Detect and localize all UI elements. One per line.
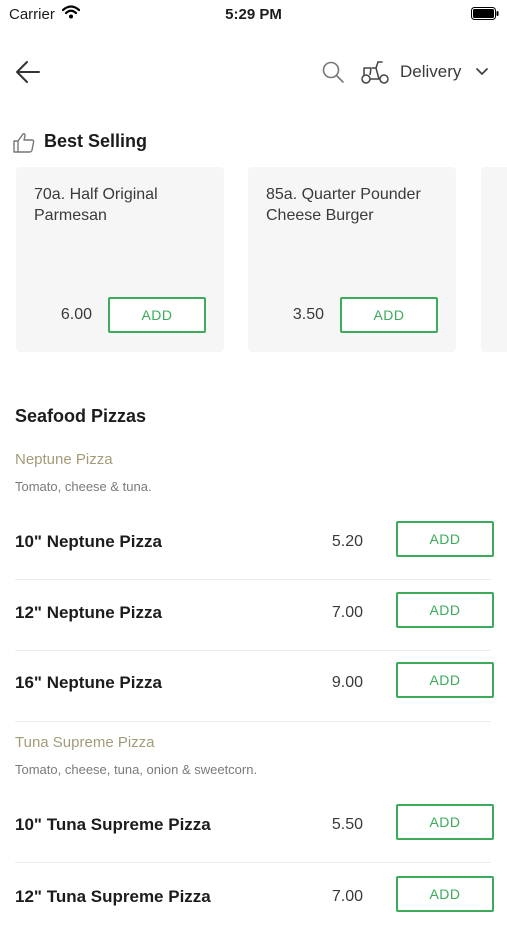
menu-item-price: 5.20 (331, 533, 363, 550)
add-button[interactable]: ADD (108, 297, 206, 333)
add-button[interactable]: ADD (396, 876, 494, 912)
add-button[interactable]: ADD (396, 521, 494, 557)
clock-time: 5:29 PM (225, 6, 282, 23)
card-item-name: 85a. Quarter Pounder Cheese Burger (266, 186, 421, 224)
group-name: Neptune Pizza (15, 451, 113, 468)
search-icon[interactable] (321, 60, 345, 84)
menu-item-row: 16" Neptune Pizza 9.00 ADD (15, 651, 494, 722)
add-button[interactable]: ADD (340, 297, 438, 333)
chevron-down-icon[interactable] (475, 67, 489, 77)
menu-item-row: 12" Neptune Pizza 7.00 ADD (15, 581, 494, 652)
group-description: Tomato, cheese, tuna, onion & sweetcorn. (15, 762, 258, 777)
menu-item-price: 9.00 (331, 674, 363, 691)
add-button[interactable]: ADD (396, 592, 494, 628)
group-description: Tomato, cheese & tuna. (15, 479, 152, 494)
menu-item-name: 16" Neptune Pizza (15, 673, 162, 692)
menu-item-name: 12" Tuna Supreme Pizza (15, 887, 211, 906)
menu-item-row: 12" Tuna Supreme Pizza 7.00 ADD (15, 865, 494, 936)
divider (15, 862, 491, 863)
menu-item-row: 10" Tuna Supreme Pizza 5.50 ADD (15, 793, 494, 864)
best-selling-title: Best Selling (44, 131, 148, 151)
best-selling-card[interactable]: 70a. Half Original Parmesan 6.00 ADD (16, 167, 224, 352)
battery-icon (471, 7, 499, 20)
menu-item-name: 10" Neptune Pizza (15, 532, 162, 551)
delivery-mode-selector[interactable]: Delivery (400, 62, 461, 82)
add-button[interactable]: ADD (396, 804, 494, 840)
thumbs-up-icon (13, 133, 35, 153)
card-item-name: 70a. Half Original Parmesan (34, 186, 158, 224)
best-selling-card[interactable]: 85a. Quarter Pounder Cheese Burger 3.50 … (248, 167, 456, 352)
scooter-icon[interactable] (360, 58, 390, 86)
menu-item-name: 12" Neptune Pizza (15, 603, 162, 622)
best-selling-card-peek[interactable] (481, 167, 507, 352)
status-bar: Carrier 5:29 PM (0, 0, 507, 28)
group-name: Tuna Supreme Pizza (15, 734, 155, 751)
card-item-price: 6.00 (60, 306, 92, 323)
divider (15, 579, 491, 580)
add-button[interactable]: ADD (396, 662, 494, 698)
menu-item-price: 7.00 (331, 888, 363, 905)
card-item-price: 3.50 (292, 306, 324, 323)
divider (15, 721, 491, 722)
back-arrow-icon[interactable] (14, 58, 42, 86)
menu-item-price: 7.00 (331, 604, 363, 621)
section-title: Seafood Pizzas (15, 406, 147, 426)
menu-item-price: 5.50 (331, 816, 363, 833)
menu-item-name: 10" Tuna Supreme Pizza (15, 815, 211, 834)
menu-item-row: 10" Neptune Pizza 5.20 ADD (15, 510, 494, 581)
